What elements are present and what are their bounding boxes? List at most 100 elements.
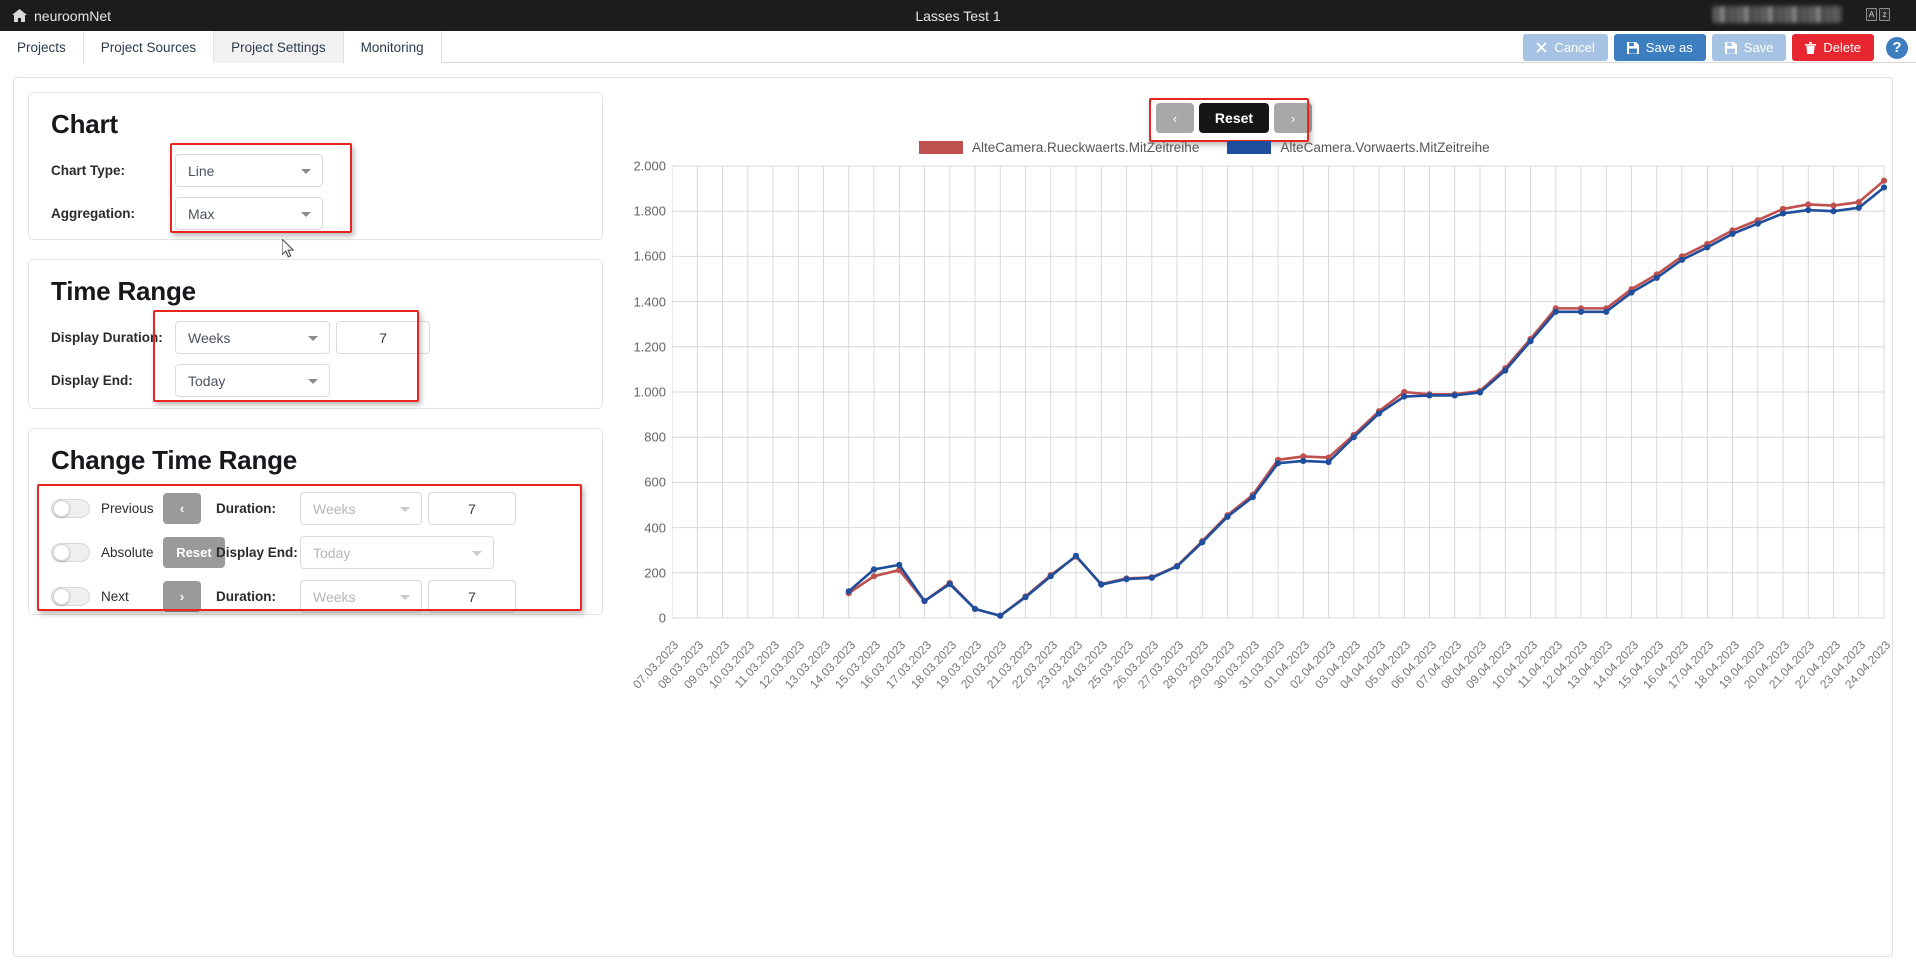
action-buttons: Cancel Save as Save Delete ? xyxy=(1523,34,1908,61)
display-end-value: Today xyxy=(188,372,226,389)
display-end-select[interactable]: Today xyxy=(175,364,330,397)
next-toggle[interactable] xyxy=(51,587,90,606)
absolute-toggle[interactable] xyxy=(51,543,90,562)
save-button-label: Save xyxy=(1743,40,1774,55)
tab-projects-label: Projects xyxy=(17,39,66,55)
previous-arrow-button[interactable]: ‹ xyxy=(163,493,201,524)
chart-card-title: Chart xyxy=(51,109,118,139)
next-duration-label: Duration: xyxy=(216,589,276,604)
delete-button-label: Delete xyxy=(1823,40,1861,55)
aggregation-select[interactable]: Max xyxy=(175,197,323,230)
brand[interactable]: neuroomNet xyxy=(12,0,111,31)
chevron-down-icon xyxy=(400,594,410,600)
chart-next-button[interactable]: › xyxy=(1274,103,1312,133)
change-time-range-card-title: Change Time Range xyxy=(51,445,298,475)
chevron-down-icon xyxy=(308,378,318,384)
chart-svg xyxy=(672,165,1888,619)
time-range-card: Time Range Display Duration: Weeks 7 Dis… xyxy=(28,259,603,409)
change-time-range-row-previous: Previous ‹ Duration: Weeks 7 xyxy=(51,490,580,527)
tab-project-settings-label: Project Settings xyxy=(231,39,326,55)
legend-item-1[interactable]: AlteCamera.Vorwaerts.MitZeitreihe xyxy=(1227,140,1490,155)
chart-reset-button[interactable]: Reset xyxy=(1199,103,1269,133)
legend-label-1: AlteCamera.Vorwaerts.MitZeitreihe xyxy=(1280,140,1490,155)
absolute-display-end-select[interactable]: Today xyxy=(300,536,494,569)
display-duration-count-value: 7 xyxy=(379,329,387,346)
change-time-range-card: Change Time Range Previous ‹ Duration: W… xyxy=(28,428,603,615)
delete-button[interactable]: Delete xyxy=(1792,34,1874,61)
next-duration-count-value: 7 xyxy=(468,588,476,605)
display-duration-count-input[interactable]: 7 xyxy=(336,321,430,354)
chart-x-axis-labels: 07.03.2023 08.03.2023 09.03.2023 10.03.2023… xyxy=(630,634,1916,754)
main-content: Chart Chart Type: Line Aggregation: Max xyxy=(0,63,1916,970)
aggregation-label: Aggregation: xyxy=(51,206,135,221)
legend-item-0[interactable]: AlteCamera.Rueckwaerts.MitZeitreihe xyxy=(919,140,1199,155)
tab-bar: Projects Project Sources Project Setting… xyxy=(0,31,1916,72)
display-duration-unit-select[interactable]: Weeks xyxy=(175,321,330,354)
y-tick-label: 0 xyxy=(658,610,666,626)
save-as-button[interactable]: Save as xyxy=(1613,34,1706,61)
tab-list: Projects Project Sources Project Setting… xyxy=(0,31,442,72)
window-title: Lasses Test 1 xyxy=(0,0,1916,31)
help-icon[interactable]: ? xyxy=(1886,36,1908,59)
next-duration-value: Weeks xyxy=(313,588,356,605)
legend-swatch-0 xyxy=(919,141,963,154)
toggle-knob xyxy=(53,588,70,605)
language-icon-a: A xyxy=(1866,8,1877,21)
chart-type-select[interactable]: Line xyxy=(175,154,323,187)
display-duration-label: Display Duration: xyxy=(51,330,163,345)
chart-prev-button[interactable]: ‹ xyxy=(1156,103,1194,133)
next-label: Next xyxy=(101,589,129,604)
legend-label-0: AlteCamera.Rueckwaerts.MitZeitreihe xyxy=(972,140,1200,155)
y-tick-label: 1.400 xyxy=(633,294,666,310)
chart-type-row: Chart Type: Line xyxy=(51,154,580,187)
help-icon-label: ? xyxy=(1892,39,1902,56)
chevron-right-icon: › xyxy=(179,589,185,604)
cancel-button-label: Cancel xyxy=(1554,40,1595,55)
display-end-label: Display End: xyxy=(51,373,133,388)
chevron-down-icon xyxy=(308,335,318,341)
y-tick-label: 200 xyxy=(644,565,666,581)
brand-label: neuroomNet xyxy=(34,7,112,24)
chart-type-value: Line xyxy=(188,162,215,179)
y-tick-label: 800 xyxy=(644,429,666,445)
top-bar: neuroomNet Lasses Test 1 A z xyxy=(0,0,1916,31)
reset-button-label: Reset xyxy=(176,545,212,560)
save-as-button-label: Save as xyxy=(1645,40,1693,55)
next-arrow-button[interactable]: › xyxy=(163,581,201,612)
legend-swatch-1 xyxy=(1227,141,1272,154)
tab-project-settings[interactable]: Project Settings xyxy=(214,31,344,72)
chart-reset-label: Reset xyxy=(1214,110,1254,126)
save-button[interactable]: Save xyxy=(1711,34,1787,61)
mouse-cursor xyxy=(281,237,296,259)
previous-duration-label: Duration: xyxy=(216,501,276,516)
absolute-label: Absolute xyxy=(101,545,154,560)
chevron-down-icon xyxy=(472,550,482,556)
next-duration-select[interactable]: Weeks xyxy=(300,580,422,613)
language-icon[interactable]: A z xyxy=(1866,8,1890,21)
user-name-redacted[interactable] xyxy=(1713,6,1841,23)
tab-project-sources[interactable]: Project Sources xyxy=(83,31,215,63)
change-time-range-row-absolute: Absolute Reset Display End: Today xyxy=(51,534,580,571)
window-title-text: Lasses Test 1 xyxy=(915,7,1001,24)
previous-label: Previous xyxy=(101,501,154,516)
chart-y-axis-labels: 0 200 400 600 800 1.000 1.200 1.400 1.600 1.800 2.… xyxy=(614,158,672,626)
chart-settings-card: Chart Chart Type: Line Aggregation: Max xyxy=(28,92,603,258)
previous-toggle[interactable] xyxy=(51,499,90,518)
home-icon xyxy=(12,9,27,22)
chart-legend: AlteCamera.Rueckwaerts.MitZeitreihe Alte… xyxy=(919,140,1508,155)
chevron-left-icon: ‹ xyxy=(1172,110,1178,126)
y-tick-label: 1.600 xyxy=(633,248,666,264)
floppy-disk-icon xyxy=(1724,41,1737,54)
next-duration-count-input[interactable]: 7 xyxy=(428,580,516,613)
floppy-disk-icon xyxy=(1626,41,1639,54)
previous-duration-select[interactable]: Weeks xyxy=(300,492,422,525)
app-root: neuroomNet Lasses Test 1 A z Projects Pr… xyxy=(0,0,1916,970)
previous-duration-count-input[interactable]: 7 xyxy=(428,492,516,525)
y-tick-label: 2.000 xyxy=(633,158,666,174)
tab-projects[interactable]: Projects xyxy=(0,31,84,63)
tab-monitoring[interactable]: Monitoring xyxy=(343,31,442,63)
display-end-row: Display End: Today xyxy=(51,364,580,397)
aggregation-row: Aggregation: Max xyxy=(51,197,580,230)
cancel-button[interactable]: Cancel xyxy=(1523,34,1608,61)
settings-panel: Chart Chart Type: Line Aggregation: Max xyxy=(13,77,1893,957)
